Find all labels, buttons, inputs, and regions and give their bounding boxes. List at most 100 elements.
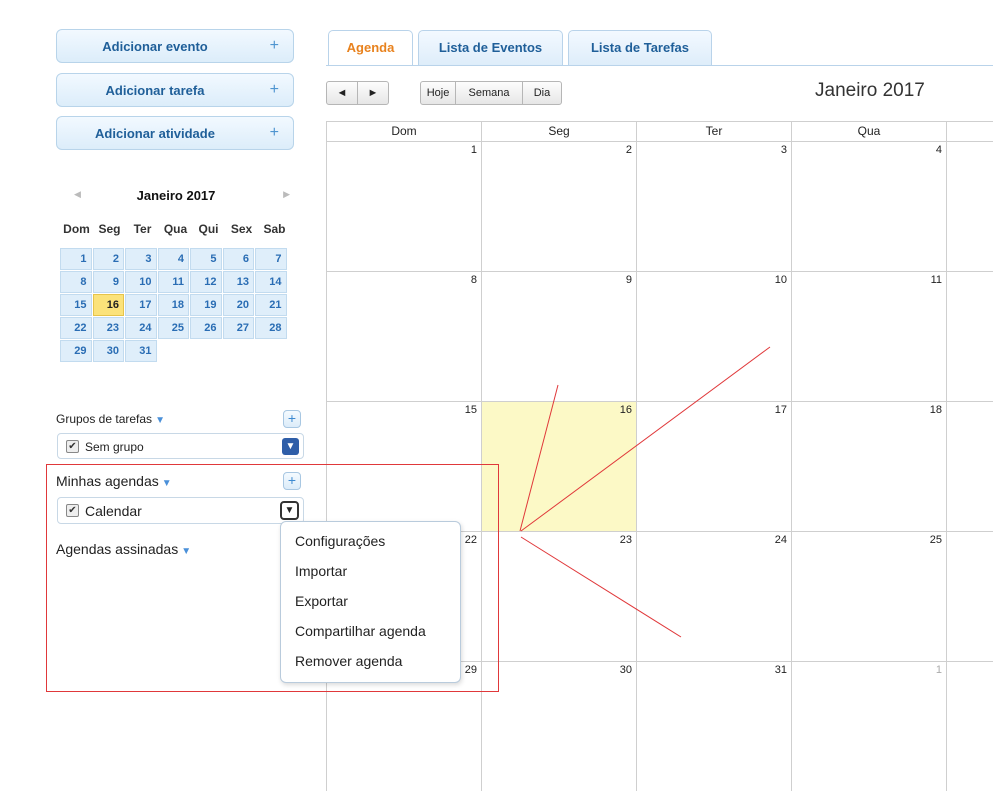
calendar-day-cell[interactable]: 3: [636, 141, 791, 271]
calendar-day-cell[interactable]: 1: [326, 141, 481, 271]
task-group-item[interactable]: ✔ Sem grupo ▼: [57, 433, 304, 459]
mini-next-month-icon[interactable]: ▶: [283, 189, 290, 200]
tab-event-list[interactable]: Lista de Eventos: [418, 30, 563, 65]
prev-button[interactable]: ◄: [326, 81, 358, 105]
mini-calendar-day[interactable]: 4: [157, 248, 189, 270]
mini-calendar-day[interactable]: 31: [125, 340, 157, 362]
weekday-header: Seg: [481, 121, 636, 142]
add-task-group-button[interactable]: +: [283, 410, 301, 428]
tab-agenda[interactable]: Agenda: [328, 30, 413, 66]
mini-calendar-title: Janeiro 2017: [136, 188, 216, 203]
calendar-day-cell[interactable]: [946, 531, 993, 661]
menu-item-export[interactable]: Exportar: [295, 593, 348, 609]
mini-calendar-day[interactable]: 30: [92, 340, 124, 362]
calendar-day-cell[interactable]: 11: [791, 271, 946, 401]
day-number: 2: [625, 144, 632, 156]
calendar-day-cell[interactable]: 9: [481, 271, 636, 401]
calendar-day-cell[interactable]: [946, 401, 993, 531]
menu-item-share-calendar[interactable]: Compartilhar agenda: [295, 623, 426, 639]
calendar-day-cell[interactable]: 25: [791, 531, 946, 661]
mini-calendar-day[interactable]: 19: [190, 294, 222, 316]
mini-calendar-day[interactable]: 24: [125, 317, 157, 339]
calendar-day-cell[interactable]: [946, 271, 993, 401]
add-task-label: Adicionar tarefa: [105, 82, 205, 98]
calendar-day-cell[interactable]: 8: [326, 271, 481, 401]
mini-calendar-day[interactable]: 16: [92, 294, 124, 316]
calendar-day-cell[interactable]: [946, 661, 993, 791]
mini-calendar-day[interactable]: 25: [157, 317, 189, 339]
plus-icon: +: [269, 81, 279, 98]
tab-task-list[interactable]: Lista de Tarefas: [568, 30, 712, 65]
mini-calendar-day[interactable]: 20: [222, 294, 254, 316]
day-number: 30: [619, 664, 632, 676]
day-number: 18: [929, 404, 942, 416]
task-groups-header[interactable]: Grupos de tarefas ▼: [56, 412, 165, 426]
add-event-button[interactable]: Adicionar evento +: [56, 29, 294, 63]
mini-calendar-day[interactable]: 13: [222, 271, 254, 293]
day-number: 1: [470, 144, 477, 156]
mini-calendar-day[interactable]: 8: [60, 271, 92, 293]
month-title: Janeiro 2017: [815, 80, 925, 101]
mini-calendar-day[interactable]: 7: [255, 248, 287, 270]
menu-item-settings[interactable]: Configurações: [295, 533, 385, 549]
calendar-day-cell[interactable]: 1: [791, 661, 946, 791]
mini-weekday: Ter: [133, 222, 152, 236]
mini-calendar-day[interactable]: 18: [157, 294, 189, 316]
task-groups-title: Grupos de tarefas: [56, 412, 153, 426]
mini-calendar-day[interactable]: 12: [190, 271, 222, 293]
mini-calendar-day[interactable]: 11: [157, 271, 189, 293]
mini-calendar-day[interactable]: 26: [190, 317, 222, 339]
calendar-day-cell[interactable]: 10: [636, 271, 791, 401]
calendar-day-cell[interactable]: 16: [481, 401, 636, 531]
mini-calendar-day[interactable]: 1: [60, 248, 92, 270]
day-number: 16: [619, 404, 632, 416]
menu-item-remove-calendar[interactable]: Remover agenda: [295, 653, 402, 669]
mini-calendar-day[interactable]: 22: [60, 317, 92, 339]
day-number: 17: [774, 404, 787, 416]
calendar-day-cell[interactable]: 4: [791, 141, 946, 271]
task-group-label: Sem grupo: [85, 440, 144, 454]
mini-calendar-day[interactable]: 3: [125, 248, 157, 270]
mini-calendar-day[interactable]: 27: [222, 317, 254, 339]
menu-item-import[interactable]: Importar: [295, 563, 347, 579]
mini-calendar-day[interactable]: 2: [92, 248, 124, 270]
add-activity-button[interactable]: Adicionar atividade +: [56, 116, 294, 150]
day-number: 1: [935, 664, 942, 676]
next-button[interactable]: ►: [357, 81, 389, 105]
mini-calendar-week: 1234567: [60, 248, 292, 270]
mini-weekday: Sab: [263, 222, 286, 236]
calendar-day-cell[interactable]: 17: [636, 401, 791, 531]
mini-calendar-day[interactable]: 10: [125, 271, 157, 293]
mini-calendar-day[interactable]: 29: [60, 340, 92, 362]
add-event-label: Adicionar evento: [102, 38, 208, 54]
day-button[interactable]: Dia: [522, 81, 562, 105]
day-number: 25: [929, 534, 942, 546]
mini-calendar-day[interactable]: 6: [222, 248, 254, 270]
mini-calendar-day[interactable]: 23: [92, 317, 124, 339]
today-button[interactable]: Hoje: [420, 81, 456, 105]
mini-calendar-week: 29 30 31: [60, 340, 292, 362]
day-number: 8: [470, 274, 477, 286]
calendar-day-cell[interactable]: 30: [481, 661, 636, 791]
calendar-day-cell[interactable]: 24: [636, 531, 791, 661]
add-task-button[interactable]: Adicionar tarefa +: [56, 73, 294, 107]
week-button[interactable]: Semana: [455, 81, 523, 105]
calendar-day-cell[interactable]: [946, 141, 993, 271]
mini-calendar-day[interactable]: 15: [60, 294, 92, 316]
mini-calendar-day[interactable]: 5: [190, 248, 222, 270]
mini-calendar-day[interactable]: 28: [255, 317, 287, 339]
mini-calendar-day[interactable]: 21: [255, 294, 287, 316]
mini-calendar-day[interactable]: 9: [92, 271, 124, 293]
day-number: 11: [930, 274, 942, 286]
calendar-day-cell[interactable]: 23: [481, 531, 636, 661]
chevron-down-icon[interactable]: ▼: [282, 438, 299, 455]
mini-calendar-day[interactable]: 17: [125, 294, 157, 316]
day-number: 23: [619, 534, 632, 546]
calendar-day-cell[interactable]: 18: [791, 401, 946, 531]
day-number: 4: [935, 144, 942, 156]
checkbox-checked-icon[interactable]: ✔: [66, 440, 79, 453]
calendar-day-cell[interactable]: 2: [481, 141, 636, 271]
calendar-day-cell[interactable]: 31: [636, 661, 791, 791]
plus-icon: +: [269, 124, 279, 141]
mini-calendar-day[interactable]: 14: [255, 271, 287, 293]
